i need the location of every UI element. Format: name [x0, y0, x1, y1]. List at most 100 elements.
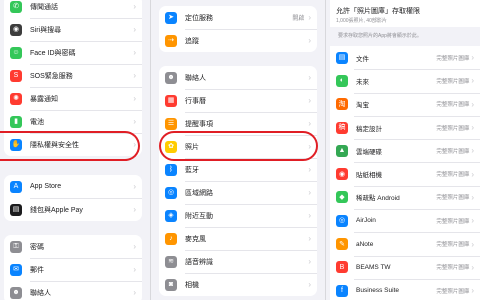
settings-item-label: SOS緊急服務: [30, 72, 73, 80]
settings-item-exposure[interactable]: ✺ 暴露通知 ›: [4, 87, 142, 110]
speech-icon: ≋: [165, 255, 177, 268]
app-access-item-gaoding[interactable]: 稿稿定設計 完整照片圖庫 ›: [330, 115, 480, 140]
privacy-item-label: 藍牙: [185, 166, 199, 174]
privacy-item-nearby[interactable]: ◈ 附近互動 ›: [159, 204, 317, 227]
app-name: 雲端硬碟: [356, 148, 382, 156]
privacy-item-label: 聯絡人: [185, 74, 206, 82]
app-access-value: 完整照片圖庫: [436, 55, 470, 62]
settings-item-label: 暴露通知: [30, 95, 58, 103]
hand-icon: ✋: [10, 138, 22, 151]
app-access-list: ▤ 文件 完整照片圖庫 › ◐ 未來 完整照片圖庫 › 淘淘宝 完整照片圖庫 › 稿稿定設計 完整…: [330, 46, 480, 300]
privacy-item-local-network[interactable]: ◎ 區域網路 ›: [159, 181, 317, 204]
privacy-item-contacts[interactable]: ☻ 聯絡人 ›: [159, 66, 317, 89]
app-access-item-sticker-camera[interactable]: ◉ 貼紙相機 完整照片圖庫 ›: [330, 162, 480, 186]
settings-item-face-id[interactable]: ☺ Face ID與密碼 ›: [4, 41, 142, 64]
privacy-item-label: 附近互動: [185, 212, 213, 220]
chevron-right-icon: ›: [133, 25, 136, 34]
mail-icon: ✉: [10, 263, 22, 276]
chevron-right-icon: ›: [308, 211, 311, 220]
settings-item-mail[interactable]: ✉ 郵件 ›: [4, 258, 142, 281]
drive-icon: ▲: [336, 144, 348, 157]
wallet-icon: ▤: [10, 203, 22, 216]
calendar-icon: ▦: [165, 94, 177, 107]
chevron-right-icon: ›: [308, 188, 311, 197]
future-icon: ◐: [336, 74, 348, 87]
airjoin-icon: ◎: [336, 214, 348, 227]
app-access-item-drive[interactable]: ▲ 雲端硬碟 完整照片圖庫 ›: [330, 139, 480, 163]
column-divider: [325, 0, 326, 300]
app-access-item-future[interactable]: ◐ 未來 完整照片圖庫 ›: [330, 69, 480, 93]
settings-item-wallet[interactable]: ▤ 錢包與Apple Pay ›: [4, 198, 142, 221]
chevron-right-icon: ›: [133, 48, 136, 57]
app-name: 稿定設計: [356, 125, 382, 133]
privacy-item-microphone[interactable]: ♪ 麥克風 ›: [159, 227, 317, 250]
privacy-item-tracking[interactable]: ⇢ 追蹤 ›: [159, 29, 317, 52]
app-access-item-files[interactable]: ▤ 文件 完整照片圖庫 ›: [330, 46, 480, 70]
app-access-item-business-suite[interactable]: f Business Suite 完整照片圖庫 ›: [330, 278, 480, 300]
privacy-item-label: 麥克風: [185, 235, 206, 243]
app-name: Business Suite: [356, 287, 399, 295]
privacy-item-label: 區域網路: [185, 189, 213, 197]
location-icon: ➤: [165, 11, 177, 24]
app-name: aNote: [356, 240, 374, 248]
settings-group-system: ✆ 傳聞通話 › ◉ Siri與搜尋 › ☺ Face ID與密碼 › S SOS緊急服務 › …: [4, 0, 142, 156]
settings-item-app-store[interactable]: A App Store ›: [4, 175, 142, 198]
privacy-item-reminders[interactable]: ☰ 提醒事項 ›: [159, 112, 317, 135]
settings-item-emergency-call[interactable]: ✆ 傳聞通話 ›: [4, 0, 142, 18]
photo-access-panel: 允許「照片圖庫」存取權限 1,000張照片, 40部影片 要求存取您照片的App…: [330, 0, 480, 300]
app-access-value: 完整照片圖庫: [436, 102, 470, 109]
chevron-right-icon: ›: [308, 96, 311, 105]
chevron-right-icon: ›: [308, 257, 311, 266]
app-access-item-anote[interactable]: ✎ aNote 完整照片圖庫 ›: [330, 232, 480, 256]
privacy-item-calendar[interactable]: ▦ 行事曆 ›: [159, 89, 317, 112]
chevron-right-icon: ›: [308, 119, 311, 128]
privacy-item-photos[interactable]: ✿ 照片 ›: [159, 135, 317, 158]
business-suite-icon: f: [336, 284, 348, 297]
chevron-right-icon: ›: [133, 242, 136, 251]
app-access-item-beams[interactable]: B BEAMS TW 完整照片圖庫 ›: [330, 255, 480, 279]
app-store-icon: A: [10, 180, 22, 193]
privacy-item-location[interactable]: ➤ 定位服務 開啟 ›: [159, 6, 317, 29]
page-subtitle: 1,000張照片, 40部影片: [336, 18, 387, 24]
privacy-item-bluetooth[interactable]: ᛒ 藍牙 ›: [159, 158, 317, 181]
settings-item-privacy[interactable]: ✋ 隱私權與安全性 ›: [4, 133, 142, 156]
settings-item-sos[interactable]: S SOS緊急服務 ›: [4, 64, 142, 87]
app-access-item-airjoin[interactable]: ◎ AirJoin 完整照片圖庫 ›: [330, 209, 480, 233]
chevron-right-icon: ›: [133, 182, 136, 191]
settings-item-label: App Store: [30, 183, 62, 190]
taobao-icon: 淘: [336, 98, 348, 111]
chevron-right-icon: ›: [471, 192, 474, 202]
chevron-right-icon: ›: [133, 94, 136, 103]
app-name: 淘宝: [356, 102, 369, 110]
app-access-item-taobao[interactable]: 淘淘宝 完整照片圖庫 ›: [330, 92, 480, 116]
app-name: 文件: [356, 55, 369, 63]
app-name: 稀疏點 Android: [356, 195, 400, 203]
settings-item-label: 傳聞通話: [30, 3, 58, 11]
chevron-right-icon: ›: [471, 216, 474, 226]
app-access-value: 完整照片圖庫: [436, 195, 470, 202]
settings-item-passwords[interactable]: ⚿ 密碼 ›: [4, 235, 142, 258]
privacy-list: ➤ 定位服務 開啟 › ⇢ 追蹤 › ☻ 聯絡人 › ▦ 行事曆 › ☰ 提醒事項 › ✿ 照片 › ᛒ藍…: [155, 0, 321, 300]
app-access-value: 完整照片圖庫: [436, 242, 470, 249]
battery-icon: ▮: [10, 115, 22, 128]
privacy-item-camera[interactable]: ◙ 相機 ›: [159, 273, 317, 296]
privacy-item-label: 追蹤: [185, 37, 199, 45]
settings-item-label: 電池: [30, 118, 44, 126]
settings-screen: ✆ 傳聞通話 › ◉ Siri與搜尋 › ☺ Face ID與密碼 › S SOS緊急服務 › …: [0, 0, 480, 300]
key-icon: ⚿: [10, 240, 22, 253]
page-title: 允許「照片圖庫」存取權限: [336, 8, 420, 15]
privacy-item-speech[interactable]: ≋ 語音辨識 ›: [159, 250, 317, 273]
app-access-value: 完整照片圖庫: [436, 265, 470, 272]
android-icon: ◆: [336, 191, 348, 204]
settings-item-contacts[interactable]: ☻ 聯絡人 ›: [4, 281, 142, 300]
app-access-item-android[interactable]: ◆ 稀疏點 Android 完整照片圖庫 ›: [330, 185, 480, 210]
phone-icon: ✆: [10, 0, 22, 13]
chevron-right-icon: ›: [133, 265, 136, 274]
tracking-icon: ⇢: [165, 34, 177, 47]
reminders-icon: ☰: [165, 117, 177, 130]
privacy-group-data: ☻ 聯絡人 › ▦ 行事曆 › ☰ 提醒事項 › ✿ 照片 › ᛒ 藍牙 › ◎ 區域網路 › ◈ 附近互…: [159, 66, 317, 296]
settings-item-battery[interactable]: ▮ 電池 ›: [4, 110, 142, 133]
settings-item-siri[interactable]: ◉ Siri與搜尋 ›: [4, 18, 142, 41]
chevron-right-icon: ›: [133, 117, 136, 126]
app-name: 未來: [356, 78, 369, 86]
